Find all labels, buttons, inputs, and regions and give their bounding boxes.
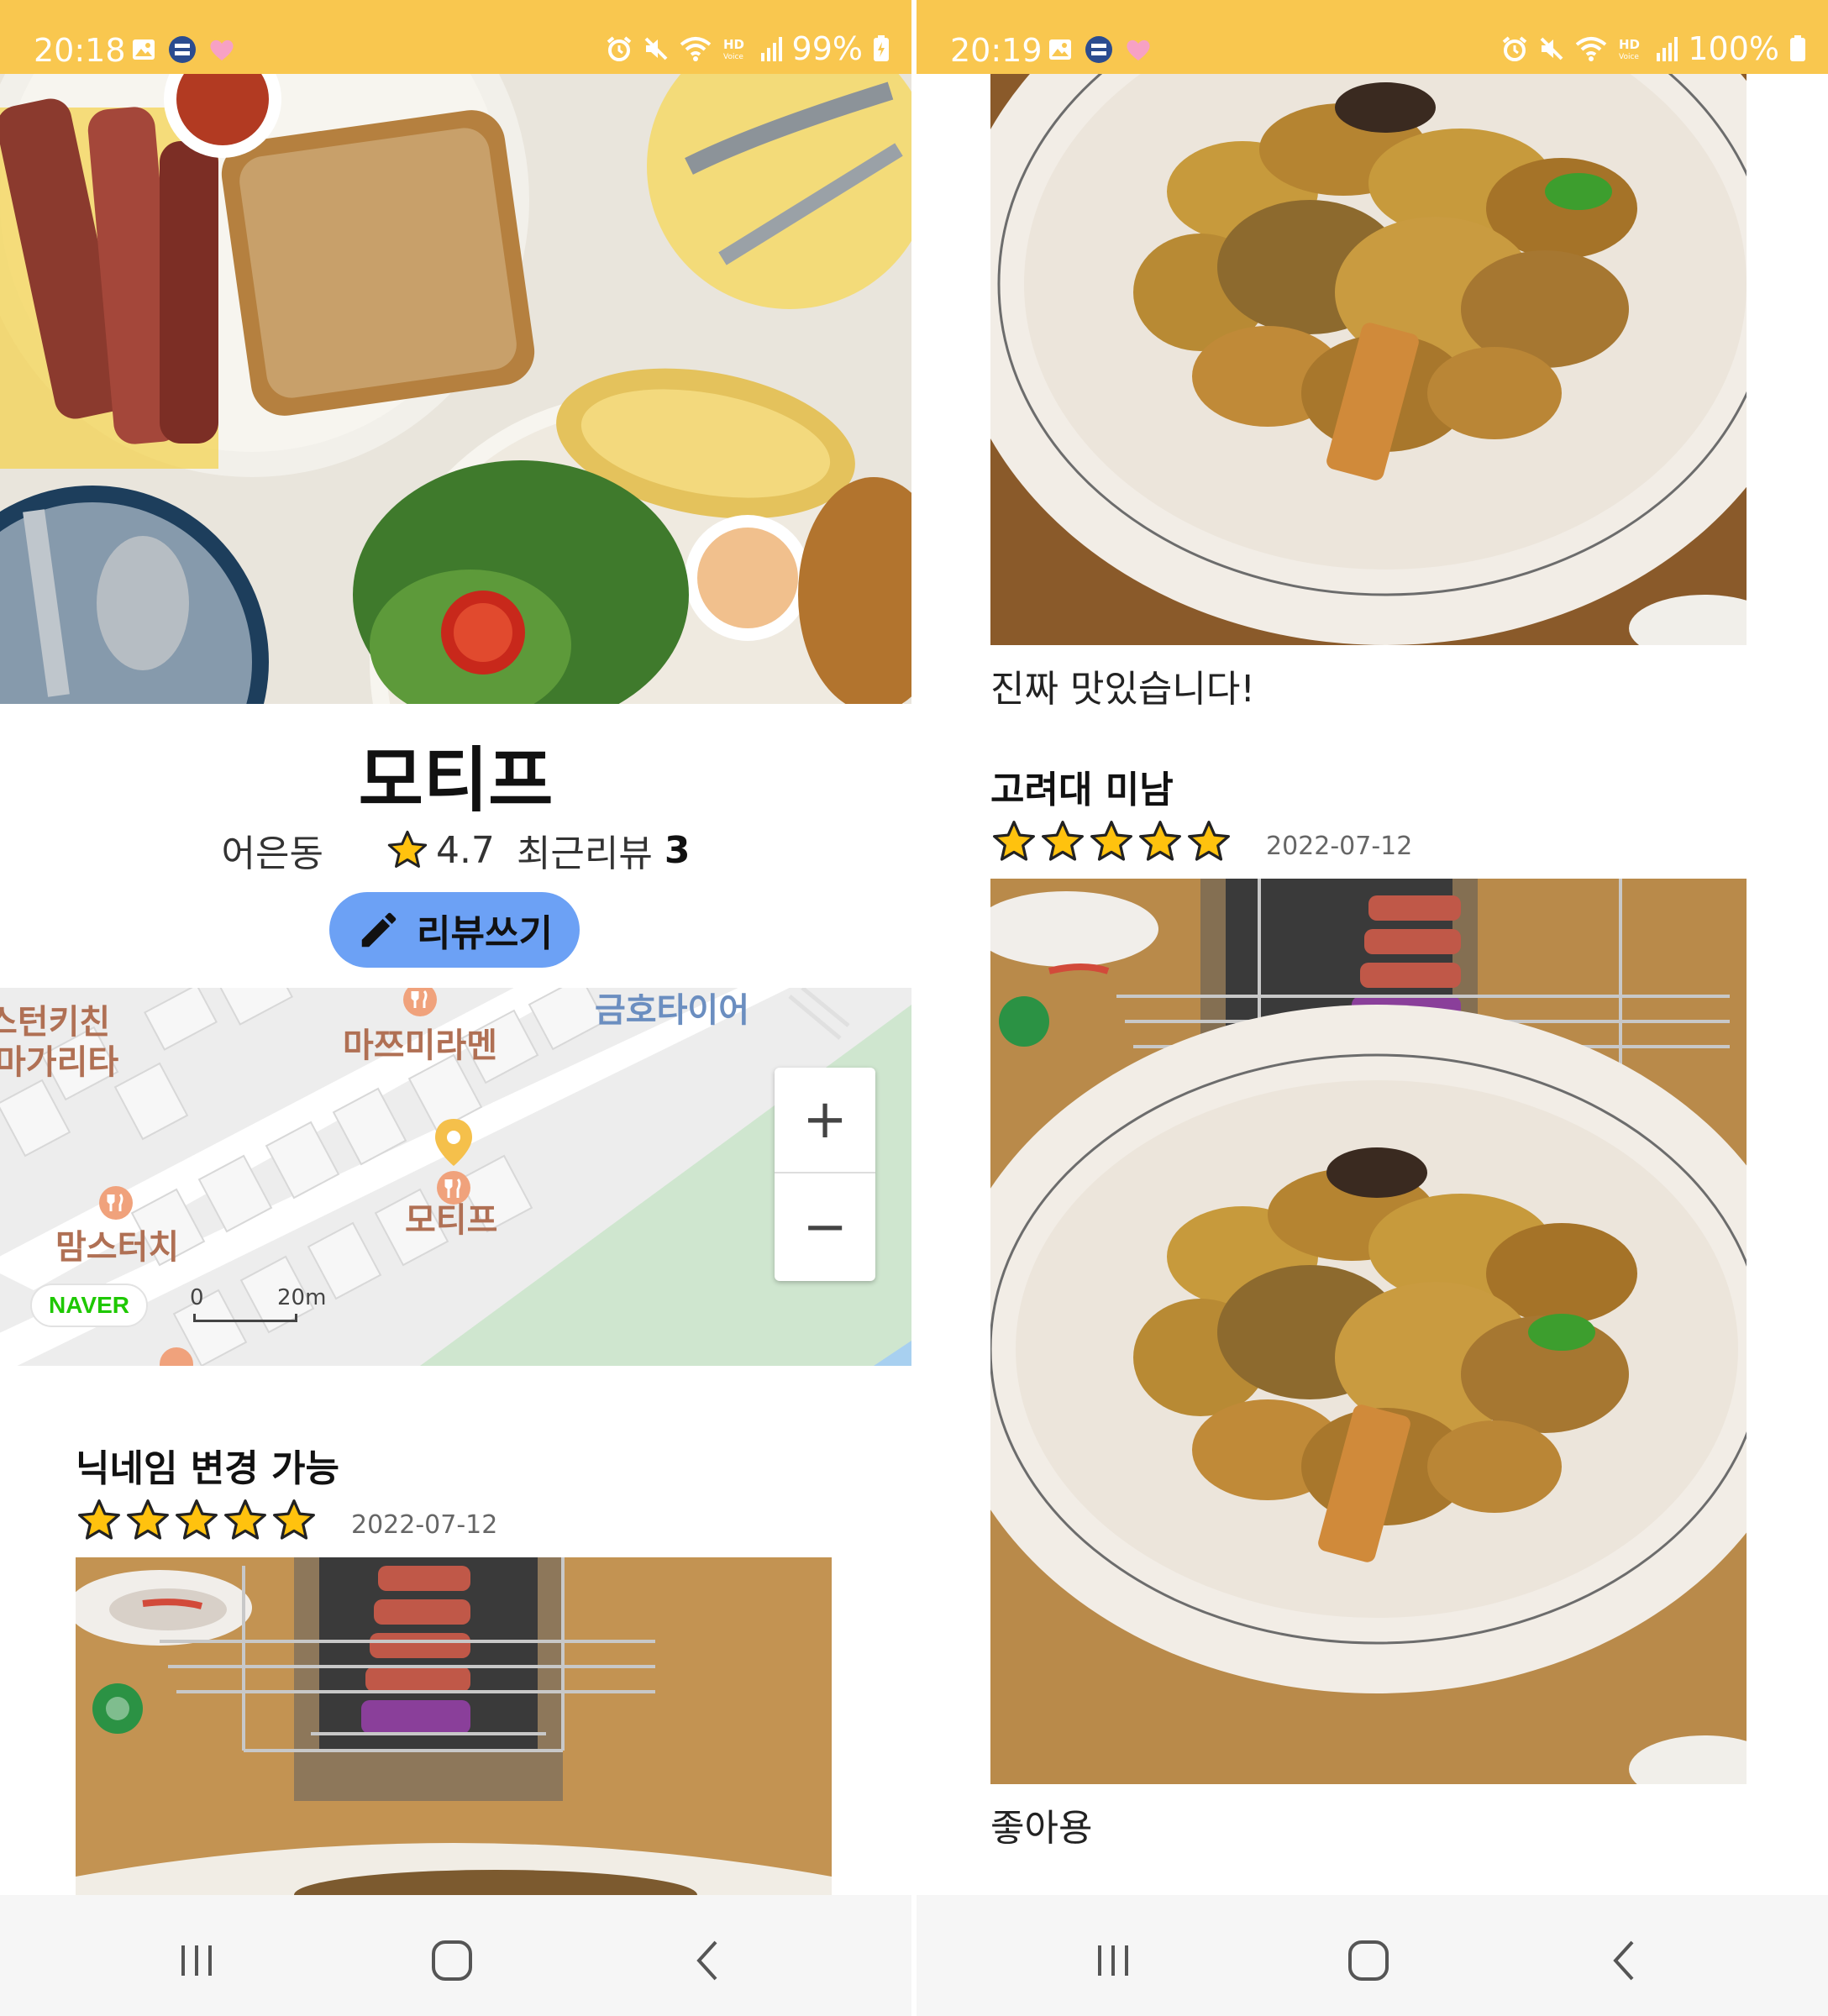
star-icon bbox=[1188, 821, 1230, 861]
map-scale-bar bbox=[193, 1314, 297, 1322]
review-date: 2022-07-12 bbox=[1266, 832, 1413, 861]
wifi-icon bbox=[680, 37, 711, 61]
pencil-icon bbox=[361, 912, 397, 948]
status-bar: 20:18 HD Voice 99% bbox=[0, 0, 911, 74]
star-icon bbox=[127, 1499, 169, 1540]
review-photo bbox=[990, 879, 1747, 1784]
signal-icon bbox=[760, 37, 782, 61]
map-view[interactable]: 스턴키친 마가리타 마쯔미라멘 금호타이어 맘스터치 모티프 + − NAVER… bbox=[0, 988, 911, 1366]
poi-restaurant-icon[interactable] bbox=[158, 1346, 195, 1366]
back-button[interactable] bbox=[682, 1935, 733, 1986]
recent-apps-icon bbox=[1098, 1945, 1128, 1976]
svg-text:HD: HD bbox=[723, 37, 744, 52]
hd-voice-icon: HDVoice bbox=[1619, 37, 1640, 61]
left-screen: 20:18 HD Voice 99% 모티프 어은동 4.7 최근리뷰 3 리뷰… bbox=[0, 0, 911, 2016]
wifi-icon bbox=[1576, 37, 1607, 61]
review-star-rating bbox=[990, 818, 1232, 865]
status-right-icons: HD Voice 100% bbox=[1501, 30, 1806, 67]
zoom-control: + − bbox=[775, 1068, 875, 1281]
restaurant-photo bbox=[0, 74, 911, 704]
map-scale-end: 20m bbox=[277, 1285, 327, 1310]
review-photo bbox=[990, 74, 1747, 645]
back-icon bbox=[696, 1940, 717, 1981]
star-icon bbox=[273, 1499, 315, 1540]
map-scale-start: 0 bbox=[190, 1285, 204, 1310]
status-time: 20:18 bbox=[34, 32, 126, 69]
star-icon bbox=[1042, 821, 1084, 861]
star-icon bbox=[1090, 821, 1132, 861]
recent-apps-button[interactable] bbox=[171, 1935, 222, 1986]
heart-icon bbox=[210, 39, 234, 60]
mute-icon bbox=[1540, 37, 1563, 60]
review-photo bbox=[76, 1557, 832, 1895]
zoom-out-button[interactable]: − bbox=[775, 1174, 875, 1280]
review-text: 좋아용 bbox=[990, 1807, 1093, 1850]
mute-icon bbox=[644, 37, 667, 60]
heart-icon bbox=[1127, 39, 1150, 60]
svg-text:Voice: Voice bbox=[1619, 53, 1639, 61]
alarm-icon bbox=[607, 36, 631, 61]
reviewer-nickname: 닉네임 변경 가능 bbox=[76, 1447, 339, 1490]
battery-percent: 100% bbox=[1688, 30, 1779, 67]
restaurant-area: 어은동 bbox=[221, 832, 323, 875]
hd-voice-icon: HDVoice bbox=[723, 37, 744, 61]
alarm-icon bbox=[1503, 36, 1527, 61]
navigation-bar bbox=[917, 1895, 1828, 2016]
naver-logo: NAVER bbox=[30, 1284, 148, 1327]
recent-apps-button[interactable] bbox=[1088, 1935, 1138, 1986]
back-icon bbox=[1613, 1940, 1634, 1981]
map-label-motif[interactable]: 모티프 bbox=[405, 1193, 497, 1242]
status-right-icons: HD Voice 99% bbox=[606, 30, 890, 67]
home-button[interactable] bbox=[1343, 1935, 1394, 1986]
star-icon bbox=[224, 1499, 266, 1540]
battery-percent: 99% bbox=[791, 30, 863, 67]
hanguk-app-icon bbox=[1085, 36, 1112, 63]
map-label-margarita[interactable]: 마가리타 bbox=[0, 1035, 118, 1084]
map-label-kumho[interactable]: 금호타이어 bbox=[595, 988, 749, 1032]
status-left-icons bbox=[131, 35, 235, 64]
recent-apps-icon bbox=[181, 1945, 212, 1976]
poi-restaurant-icon[interactable] bbox=[402, 988, 439, 1018]
write-review-label: 리뷰쓰기 bbox=[417, 912, 553, 955]
home-button[interactable] bbox=[427, 1935, 477, 1986]
map-label-mamstouch[interactable]: 맘스터치 bbox=[55, 1220, 179, 1268]
recent-reviews-label: 최근리뷰 bbox=[516, 832, 653, 875]
status-left-icons bbox=[1048, 35, 1152, 64]
svg-text:HD: HD bbox=[1619, 37, 1640, 52]
write-review-button[interactable]: 리뷰쓰기 bbox=[329, 892, 580, 968]
battery-icon bbox=[1790, 35, 1805, 61]
recent-reviews-count: 3 bbox=[664, 828, 691, 872]
signal-icon bbox=[1657, 37, 1678, 61]
star-icon bbox=[387, 830, 428, 869]
home-icon bbox=[432, 1940, 472, 1981]
zoom-in-button[interactable]: + bbox=[775, 1068, 875, 1173]
review-star-rating bbox=[76, 1497, 318, 1544]
star-icon bbox=[176, 1499, 218, 1540]
right-screen: 20:19 HD Voice 100% 진짜 맛있습니다! 고려대 미남 202… bbox=[917, 0, 1828, 2016]
restaurant-name: 모티프 bbox=[358, 739, 554, 822]
reviewer-nickname: 고려대 미남 bbox=[990, 769, 1174, 811]
gallery-icon bbox=[133, 39, 155, 60]
status-time: 20:19 bbox=[950, 32, 1043, 69]
restaurant-meta: 어은동 4.7 최근리뷰 3 bbox=[0, 823, 911, 877]
star-icon bbox=[993, 821, 1035, 861]
navigation-bar bbox=[0, 1895, 911, 2016]
star-icon bbox=[78, 1499, 120, 1540]
map-label-mazzmi[interactable]: 마쯔미라멘 bbox=[343, 1018, 497, 1067]
battery-icon bbox=[874, 35, 889, 61]
gallery-icon bbox=[1049, 39, 1071, 60]
hanguk-app-icon bbox=[169, 36, 196, 63]
review-date: 2022-07-12 bbox=[351, 1510, 498, 1540]
review-text: 진짜 맛있습니다! bbox=[990, 668, 1255, 711]
poi-restaurant-icon[interactable] bbox=[97, 1184, 134, 1221]
back-button[interactable] bbox=[1599, 1935, 1649, 1986]
status-bar: 20:19 HD Voice 100% bbox=[917, 0, 1828, 74]
star-icon bbox=[1139, 821, 1181, 861]
svg-text:Voice: Voice bbox=[723, 53, 743, 61]
home-icon bbox=[1348, 1940, 1389, 1981]
restaurant-rating: 4.7 bbox=[435, 828, 495, 872]
